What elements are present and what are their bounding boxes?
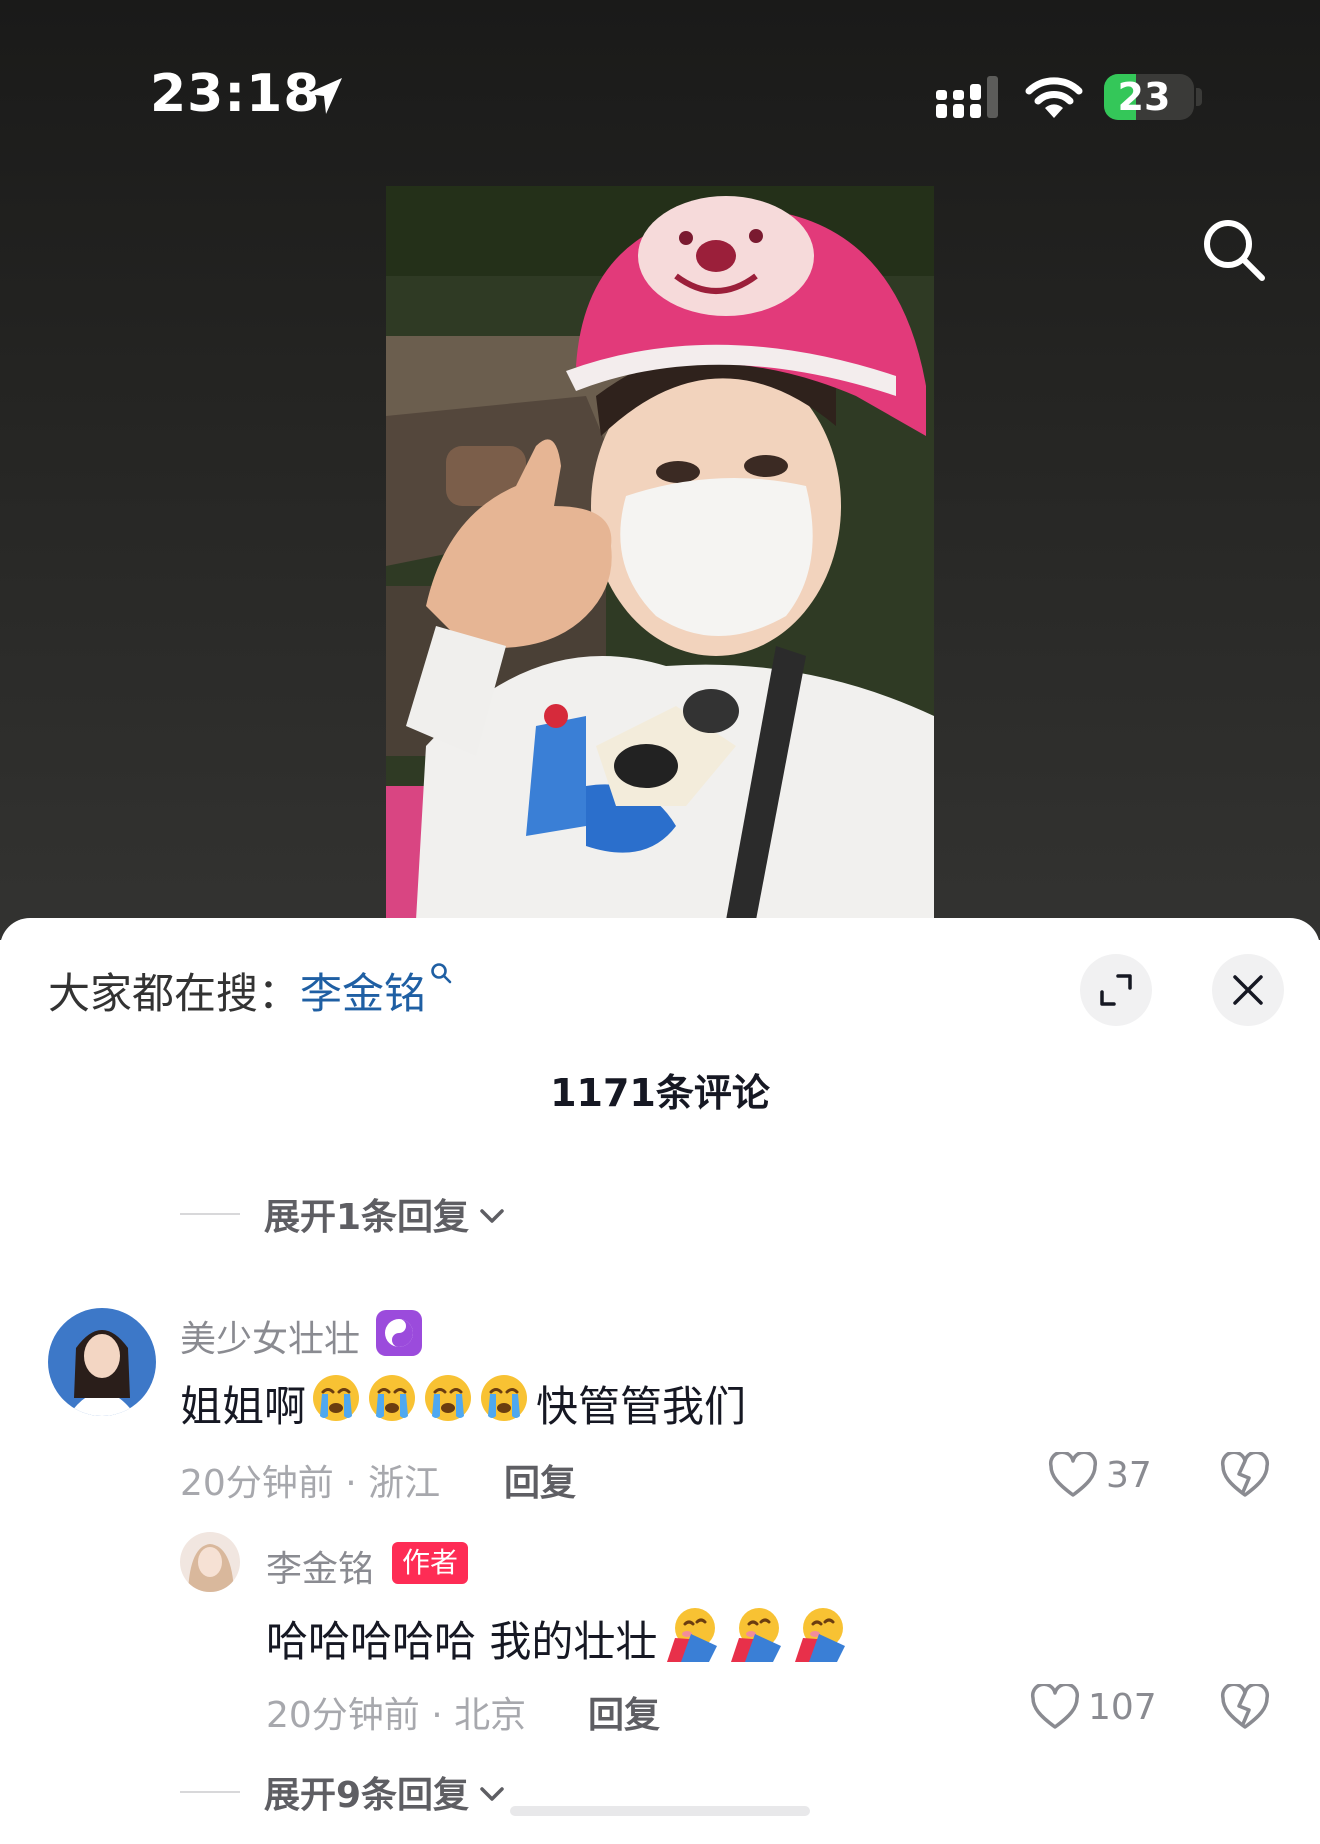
battery-percent: 23	[1117, 75, 1171, 119]
comment-time-location: 20分钟前 · 浙江	[180, 1463, 441, 1504]
chevron-down-icon	[480, 1209, 504, 1223]
wifi-icon	[1025, 77, 1083, 118]
comment-count: 1171条评论	[550, 1071, 770, 1115]
yin-yang-icon	[385, 1319, 413, 1347]
yin-yang-badge	[376, 1310, 422, 1356]
crying-face-emoji-icon	[369, 1375, 416, 1421]
hugging-face-emoji-icon	[795, 1608, 846, 1662]
expand-more-replies-label: 展开9条回复	[264, 1775, 470, 1816]
expand-replies-label: 展开1条回复	[264, 1197, 470, 1238]
expand-icon	[1100, 974, 1132, 1006]
location-arrow-icon	[306, 78, 342, 114]
crying-face-emoji-icon	[313, 1375, 360, 1421]
crying-face-emoji-icon	[425, 1375, 472, 1421]
search-icon[interactable]	[1200, 216, 1270, 286]
comment-username[interactable]: 美少女壮壮	[180, 1310, 360, 1362]
heart-icon	[1048, 1452, 1098, 1497]
broken-heart-icon[interactable]	[1220, 1684, 1270, 1730]
fullscreen-expand-button[interactable]	[1080, 954, 1152, 1026]
reply-avatar[interactable]	[180, 1532, 240, 1592]
crying-emoji-group	[306, 1372, 530, 1434]
comment-text-before: 姐姐啊	[180, 1381, 307, 1431]
close-icon	[1233, 975, 1263, 1005]
reply-username[interactable]: 李金铭	[266, 1540, 374, 1592]
hugging-emoji-group	[657, 1604, 849, 1672]
author-badge: 作者	[392, 1542, 469, 1584]
search-suggestion[interactable]: 大家都在搜：李金铭	[48, 960, 452, 1021]
reply-reply-button[interactable]: 回复	[588, 1686, 660, 1738]
cellular-signal-icon	[936, 76, 998, 118]
search-suggestion-prefix: 大家都在搜：	[48, 969, 301, 1018]
avatar-illustration	[48, 1308, 156, 1416]
close-button[interactable]	[1212, 954, 1284, 1026]
broken-heart-icon[interactable]	[1220, 1452, 1270, 1498]
hugging-face-emoji-icon	[731, 1608, 782, 1662]
like-button[interactable]: 37	[1048, 1452, 1152, 1498]
status-time: 23:18	[150, 64, 321, 124]
selfie-image	[386, 186, 934, 920]
reply-time-location: 20分钟前 · 北京	[266, 1695, 527, 1736]
hugging-face-emoji-icon	[667, 1608, 718, 1662]
chevron-down-icon	[480, 1787, 504, 1801]
crying-face-emoji-icon	[481, 1375, 528, 1421]
home-indicator	[510, 1806, 810, 1816]
reply-button[interactable]: 回复	[504, 1454, 576, 1506]
battery-indicator: 23	[1104, 74, 1194, 120]
reply-like-count: 107	[1088, 1686, 1157, 1728]
reply-avatar-photo	[180, 1532, 240, 1592]
like-count: 37	[1106, 1454, 1152, 1496]
reply-text: 哈哈哈哈哈 我的壮壮	[266, 1604, 849, 1672]
comment-text-after: 快管管我们	[536, 1381, 747, 1431]
avatar[interactable]	[48, 1308, 156, 1416]
reply-like-button[interactable]: 107	[1030, 1684, 1157, 1730]
expand-replies-button[interactable]: 展开1条回复	[180, 1188, 505, 1240]
comment-text: 姐姐啊 快管管我们	[180, 1372, 746, 1434]
heart-icon	[1030, 1684, 1080, 1729]
post-photo[interactable]	[386, 186, 934, 920]
mini-search-icon	[431, 963, 452, 984]
search-suggestion-keyword[interactable]: 李金铭	[300, 969, 426, 1018]
expand-more-replies-button[interactable]: 展开9条回复	[180, 1766, 505, 1818]
reply-text-content: 哈哈哈哈哈 我的壮壮	[266, 1616, 658, 1666]
